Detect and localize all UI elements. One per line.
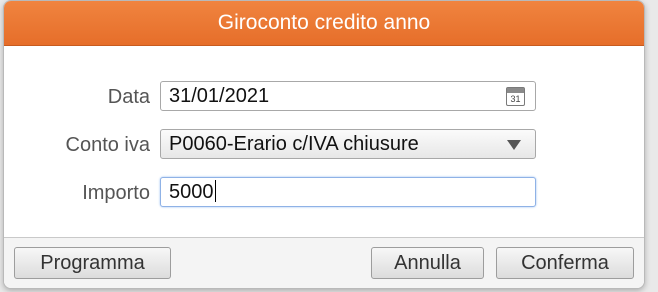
dialog-footer: Programma Annulla Conferma: [4, 237, 644, 288]
annulla-button[interactable]: Annulla: [371, 247, 484, 279]
text-caret: [214, 180, 216, 203]
date-value: 31/01/2021: [169, 85, 270, 107]
programma-button[interactable]: Programma: [14, 247, 171, 279]
data-row: Data 31/01/2021 31: [4, 81, 644, 113]
data-label: Data: [107, 86, 150, 108]
conto-row: Conto iva P0060-Erario c/IVA chiusure: [4, 129, 644, 161]
conto-iva-label: Conto iva: [65, 134, 151, 156]
importo-row: Importo 5000: [4, 177, 644, 209]
conferma-button[interactable]: Conferma: [496, 247, 634, 279]
dialog-title: Giroconto credito anno: [217, 11, 431, 34]
chevron-down-icon[interactable]: [507, 140, 521, 150]
importo-value: 5000: [169, 181, 214, 203]
conto-iva-select[interactable]: P0060-Erario c/IVA chiusure: [160, 129, 536, 159]
dialog-titlebar[interactable]: Giroconto credito anno: [4, 1, 644, 46]
date-field[interactable]: 31/01/2021 31: [160, 81, 536, 111]
conto-iva-value: P0060-Erario c/IVA chiusure: [169, 133, 419, 155]
calendar-icon[interactable]: 31: [506, 87, 525, 106]
importo-label: Importo: [82, 182, 150, 204]
calendar-day: 31: [510, 94, 521, 104]
importo-input[interactable]: 5000: [160, 177, 536, 207]
giroconto-dialog: Giroconto credito anno Data 31/01/2021 3…: [3, 0, 645, 289]
